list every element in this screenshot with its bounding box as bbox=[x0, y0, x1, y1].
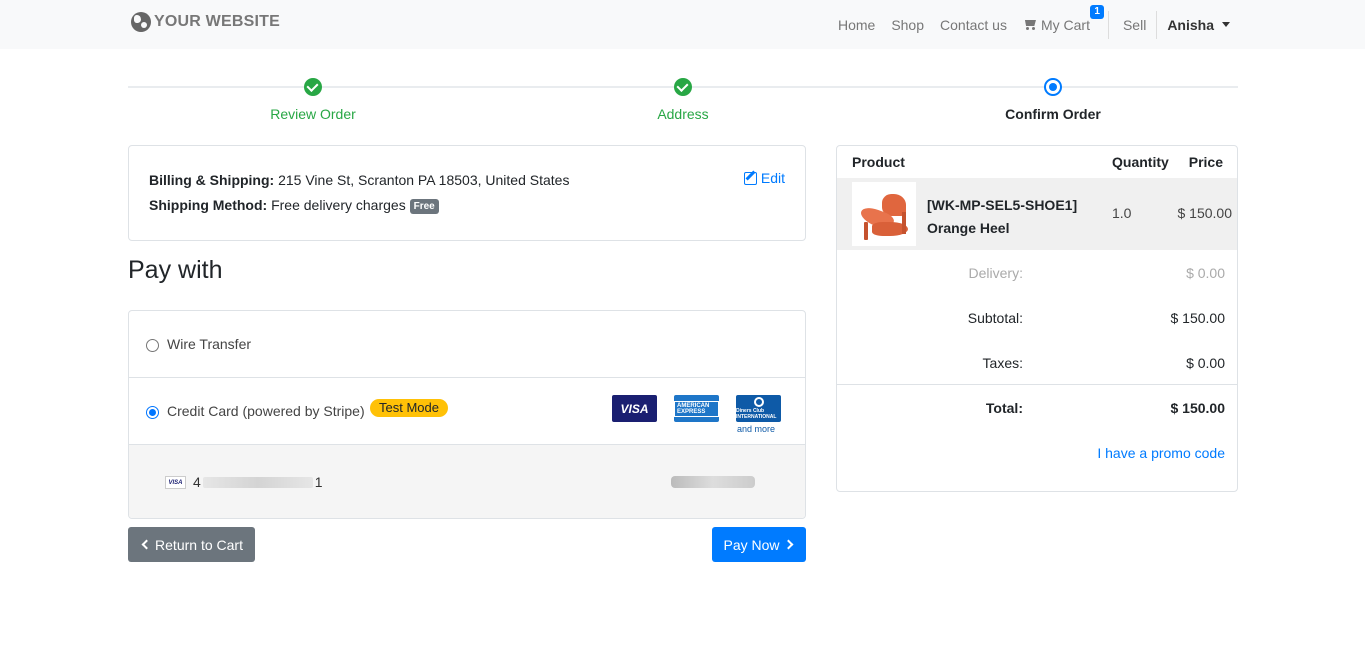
product-price: $ 150.00 bbox=[1177, 205, 1233, 221]
promo-code-link[interactable]: I have a promo code bbox=[1097, 445, 1225, 461]
nav-divider bbox=[1107, 10, 1109, 39]
payment-method-credit-card[interactable]: Credit Card (powered by Stripe) Test Mod… bbox=[129, 378, 805, 445]
header-quantity: Quantity bbox=[1112, 154, 1169, 170]
product-quantity: 1.0 bbox=[1112, 205, 1132, 221]
product-title: Orange Heel bbox=[927, 220, 1010, 236]
payment-methods: Wire Transfer Credit Card (powered by St… bbox=[128, 310, 806, 519]
credit-card-radio[interactable] bbox=[146, 406, 159, 419]
cart-line-item: [WK-MP-SEL5-SHOE1] Orange Heel 1.0 $ 150… bbox=[837, 178, 1237, 250]
billing-address-row: Billing & Shipping: 215 Vine St, Scranto… bbox=[149, 168, 785, 193]
top-navbar: YOUR WEBSITE Home Shop Contact us My Car… bbox=[0, 0, 1365, 49]
wire-transfer-radio[interactable] bbox=[146, 339, 159, 352]
saved-card-number[interactable]: 4 1 bbox=[193, 474, 323, 490]
nav-cart[interactable]: My Cart 1 bbox=[1015, 4, 1104, 33]
step-review-order[interactable]: Review Order bbox=[163, 78, 463, 122]
nav-contact[interactable]: Contact us bbox=[932, 17, 1015, 33]
wire-transfer-label[interactable]: Wire Transfer bbox=[167, 336, 251, 352]
product-name: [WK-MP-SEL5-SHOE1] Orange Heel bbox=[927, 194, 1077, 240]
edit-label: Edit bbox=[760, 170, 785, 186]
free-badge: Free bbox=[409, 199, 439, 214]
caret-down-icon bbox=[1222, 22, 1230, 27]
total-divider bbox=[837, 384, 1237, 385]
edit-icon bbox=[743, 171, 757, 185]
check-icon bbox=[304, 78, 322, 96]
amex-logo-icon: AMERICAN EXPRESS bbox=[674, 395, 719, 422]
visa-logo-icon: VISA bbox=[612, 395, 657, 422]
cart-count-badge: 1 bbox=[1090, 4, 1104, 19]
cart-icon bbox=[1023, 19, 1037, 30]
step-label: Review Order bbox=[270, 106, 356, 122]
nav-shop[interactable]: Shop bbox=[883, 17, 932, 33]
nav-home[interactable]: Home bbox=[830, 17, 883, 33]
billing-label: Billing & Shipping: bbox=[149, 172, 275, 188]
summary-header: Product Quantity Price bbox=[837, 146, 1237, 178]
test-mode-badge: Test Mode bbox=[370, 399, 448, 417]
payment-method-wire-transfer[interactable]: Wire Transfer bbox=[129, 311, 805, 378]
and-more-link[interactable]: and more bbox=[737, 424, 775, 434]
chevron-right-icon bbox=[783, 539, 793, 550]
product-sku: [WK-MP-SEL5-SHOE1] bbox=[927, 197, 1078, 213]
brand-name: YOUR WEBSITE bbox=[154, 13, 280, 30]
diners-logo-icon: Diners Club INTERNATIONAL bbox=[736, 395, 781, 422]
brand-logo[interactable]: YOUR WEBSITE bbox=[131, 12, 280, 32]
nav-sell[interactable]: Sell bbox=[1115, 17, 1154, 33]
card-expiry-mask bbox=[671, 476, 755, 488]
shipping-method-row: Shipping Method: Free delivery charges F… bbox=[149, 193, 785, 218]
globe-icon bbox=[131, 12, 151, 32]
current-step-icon bbox=[1044, 78, 1062, 96]
pay-now-button[interactable]: Pay Now bbox=[712, 527, 806, 562]
user-name: Anisha bbox=[1167, 16, 1214, 33]
nav-cart-label: My Cart bbox=[1040, 16, 1090, 33]
nav-divider bbox=[1156, 10, 1158, 39]
chevron-left-icon bbox=[141, 539, 152, 550]
shipping-method: Free delivery charges bbox=[267, 197, 410, 213]
billing-shipping-card: Billing & Shipping: 215 Vine St, Scranto… bbox=[128, 145, 806, 241]
return-to-cart-button[interactable]: Return to Cart bbox=[128, 527, 255, 562]
saved-card-panel: VISA 4 1 bbox=[129, 445, 805, 518]
checkout-progress: Review Order Address Confirm Order bbox=[128, 72, 1238, 132]
step-label: Confirm Order bbox=[1005, 106, 1101, 122]
step-label: Address bbox=[657, 106, 709, 122]
credit-card-label[interactable]: Credit Card (powered by Stripe) bbox=[167, 403, 365, 419]
product-thumbnail[interactable] bbox=[852, 182, 916, 246]
step-confirm-order: Confirm Order bbox=[903, 78, 1203, 122]
pay-with-title: Pay with bbox=[128, 256, 223, 284]
visa-card-icon: VISA bbox=[165, 476, 186, 489]
order-summary: Product Quantity Price [WK-MP-SEL5-SHOE1… bbox=[836, 145, 1238, 492]
step-address[interactable]: Address bbox=[533, 78, 833, 122]
card-number-mask bbox=[202, 476, 313, 488]
check-icon bbox=[674, 78, 692, 96]
user-menu[interactable]: Anisha bbox=[1159, 17, 1238, 33]
header-product: Product bbox=[852, 154, 905, 170]
shipping-method-label: Shipping Method: bbox=[149, 197, 268, 213]
billing-address: 215 Vine St, Scranton PA 18503, United S… bbox=[274, 172, 570, 188]
header-price: Price bbox=[1188, 154, 1223, 170]
edit-address-link[interactable]: Edit bbox=[743, 170, 785, 186]
